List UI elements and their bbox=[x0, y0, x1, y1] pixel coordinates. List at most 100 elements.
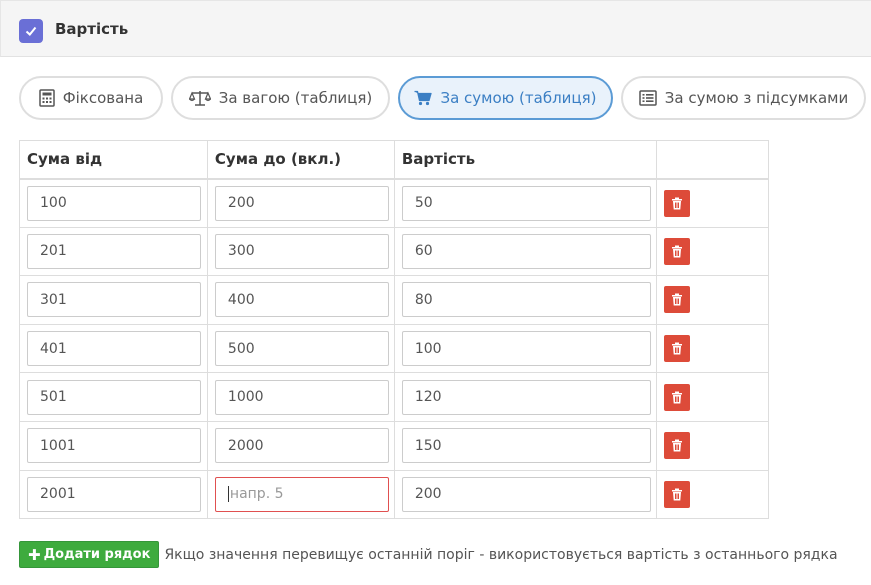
sum-to-input[interactable]: 400 bbox=[214, 282, 389, 318]
text-caret bbox=[227, 486, 229, 503]
sum-from-cell: 301 bbox=[19, 275, 208, 325]
sum-from-cell: 501 bbox=[19, 372, 208, 422]
sum-from-input[interactable]: 100 bbox=[27, 185, 201, 221]
cart-icon bbox=[414, 90, 433, 106]
table-row: 301 400 80 bbox=[19, 275, 770, 325]
sum-to-input[interactable]: 200 bbox=[214, 185, 389, 221]
sum-from-input[interactable]: 501 bbox=[27, 379, 201, 415]
delete-row-button[interactable] bbox=[663, 335, 690, 363]
sum-from-value: 2001 bbox=[40, 486, 76, 503]
cost-value: 80 bbox=[414, 291, 433, 308]
add-row-label: Додати рядок bbox=[43, 547, 151, 562]
sum-to-value: 2000 bbox=[227, 437, 264, 454]
cost-value: 100 bbox=[414, 340, 442, 357]
tab-fixed-label: Фіксована bbox=[62, 89, 144, 107]
table-row: 2001 напр. 5 200 bbox=[19, 469, 770, 520]
pricing-mode-tabs: Фіксована За вагою (таблиця) За сумою (т… bbox=[19, 76, 871, 120]
sum-to-input[interactable]: 300 bbox=[214, 233, 389, 269]
trash-icon bbox=[671, 197, 682, 210]
sum-to-value: 1000 bbox=[227, 389, 264, 406]
cost-value: 150 bbox=[414, 437, 442, 454]
cost-input[interactable]: 120 bbox=[401, 379, 651, 415]
delete-row-button[interactable] bbox=[663, 432, 690, 460]
panel-header: Вартість bbox=[0, 0, 871, 57]
table-row: 401 500 100 bbox=[19, 323, 770, 374]
cost-input[interactable]: 60 bbox=[401, 233, 651, 269]
sum-from-input[interactable]: 201 bbox=[27, 233, 201, 269]
trash-icon bbox=[671, 488, 682, 501]
actions-cell bbox=[655, 420, 770, 471]
cost-cell: 60 bbox=[393, 226, 657, 277]
sum-to-input[interactable]: 2000 bbox=[214, 428, 389, 464]
cost-input[interactable]: 200 bbox=[401, 476, 651, 512]
sum-to-value: 200 bbox=[227, 195, 255, 212]
list-alt-icon bbox=[639, 90, 657, 106]
sum-from-input[interactable]: 401 bbox=[27, 331, 201, 367]
sum-from-cell: 100 bbox=[19, 178, 208, 228]
delete-row-button[interactable] bbox=[663, 286, 690, 314]
plus-icon: ✚ bbox=[28, 545, 41, 564]
sum-from-value: 201 bbox=[40, 243, 67, 260]
hint-text: Якщо значення перевищує останній поріг -… bbox=[164, 546, 838, 563]
sum-to-placeholder: напр. 5 bbox=[229, 486, 284, 503]
cost-input[interactable]: 100 bbox=[401, 331, 651, 367]
sum-from-input[interactable]: 2001 bbox=[27, 476, 201, 512]
cost-input[interactable]: 80 bbox=[401, 282, 651, 318]
calculator-icon bbox=[38, 89, 55, 107]
sum-to-cell: 300 bbox=[206, 226, 395, 277]
cost-cell: 80 bbox=[393, 275, 657, 325]
sum-from-cell: 1001 bbox=[19, 420, 208, 471]
sum-to-input[interactable]: 500 bbox=[214, 331, 389, 367]
sum-from-value: 100 bbox=[40, 195, 67, 212]
trash-icon bbox=[671, 245, 682, 258]
enable-checkbox[interactable] bbox=[19, 18, 43, 43]
trash-icon bbox=[671, 391, 682, 404]
cost-cell: 200 bbox=[393, 469, 657, 520]
sum-to-input[interactable]: 1000 bbox=[214, 379, 389, 415]
cost-input[interactable]: 50 bbox=[401, 185, 651, 221]
trash-icon bbox=[671, 342, 682, 355]
sum-to-value: 400 bbox=[227, 291, 255, 308]
sum-to-value: 300 bbox=[227, 243, 255, 260]
sum-to-cell: 200 bbox=[206, 178, 395, 228]
cost-value: 50 bbox=[414, 195, 433, 212]
cost-panel: Вартість Фіксована За вагою (таблиця) За… bbox=[0, 0, 871, 585]
sum-from-input[interactable]: 1001 bbox=[27, 428, 201, 464]
delete-row-button[interactable] bbox=[663, 189, 690, 217]
panel-title: Вартість bbox=[55, 19, 129, 38]
table-row: 100 200 50 bbox=[19, 178, 770, 228]
sum-to-input[interactable]: напр. 5 bbox=[214, 476, 389, 512]
trash-icon bbox=[671, 293, 682, 306]
sum-to-cell: 500 bbox=[206, 323, 395, 374]
tab-by-sum-totals[interactable]: За сумою з підсумками bbox=[621, 76, 866, 120]
table-row: 1001 2000 150 bbox=[19, 420, 770, 471]
delete-row-button[interactable] bbox=[663, 383, 690, 411]
delete-row-button[interactable] bbox=[663, 237, 690, 265]
sum-from-value: 401 bbox=[40, 340, 67, 357]
cost-value: 120 bbox=[414, 389, 442, 406]
trash-icon bbox=[671, 439, 682, 452]
sum-to-cell: напр. 5 bbox=[206, 469, 395, 520]
sum-to-cell: 400 bbox=[206, 275, 395, 325]
check-icon bbox=[25, 26, 37, 36]
sum-from-value: 501 bbox=[40, 389, 67, 406]
cost-cell: 150 bbox=[393, 420, 657, 471]
table-header-row: Сума від Сума до (вкл.) Вартість bbox=[19, 140, 770, 180]
cost-cell: 50 bbox=[393, 178, 657, 228]
delete-row-button[interactable] bbox=[663, 480, 690, 508]
sum-from-cell: 2001 bbox=[19, 469, 208, 520]
cost-input[interactable]: 150 bbox=[401, 428, 651, 464]
sum-from-value: 1001 bbox=[40, 437, 76, 454]
add-row-button[interactable]: ✚ Додати рядок bbox=[19, 541, 160, 568]
actions-cell bbox=[655, 372, 770, 422]
column-header-to: Сума до (вкл.) bbox=[206, 140, 395, 180]
actions-cell bbox=[655, 178, 770, 228]
sum-from-input[interactable]: 301 bbox=[27, 282, 201, 318]
tab-by-weight[interactable]: За вагою (таблиця) bbox=[171, 76, 390, 120]
tab-by-sum[interactable]: За сумою (таблиця) bbox=[398, 76, 613, 120]
tab-by-sum-totals-label: За сумою з підсумками bbox=[664, 89, 849, 107]
sum-to-cell: 1000 bbox=[206, 372, 395, 422]
balance-scale-icon bbox=[188, 89, 211, 107]
sum-from-cell: 201 bbox=[19, 226, 208, 277]
tab-fixed[interactable]: Фіксована bbox=[19, 76, 163, 120]
